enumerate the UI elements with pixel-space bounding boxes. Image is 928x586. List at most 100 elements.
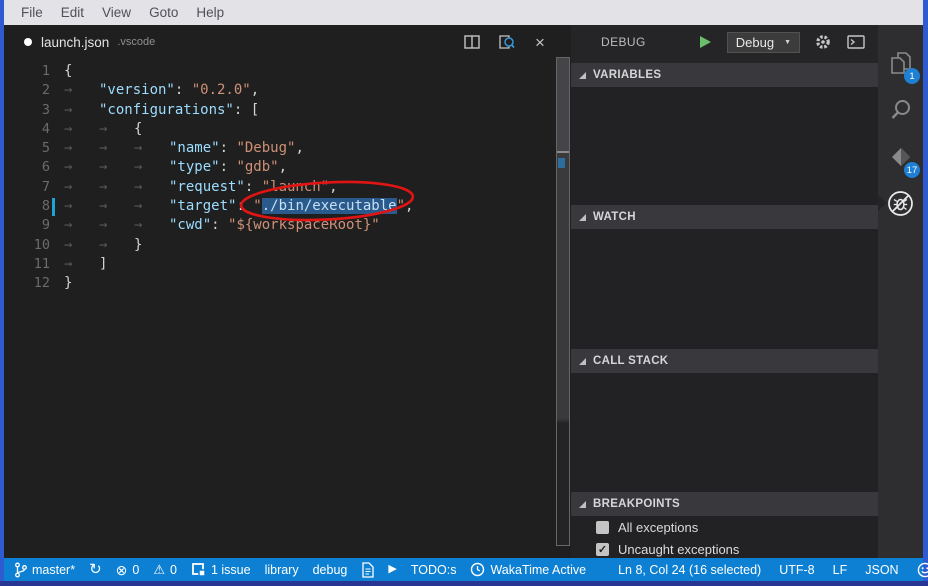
badge: 17 <box>904 162 920 178</box>
line-number[interactable]: 11 <box>4 255 50 274</box>
code-line[interactable]: 12} <box>4 274 555 293</box>
code-token: "configurations" <box>99 102 234 118</box>
section-body-watch <box>571 229 878 349</box>
debug-panel-title: DEBUG <box>601 35 646 49</box>
debug-sidebar: DEBUG Debug ▼ VARIABLES WATCH CALL STACK BR… <box>571 25 878 558</box>
close-icon[interactable]: × <box>531 33 549 51</box>
status-utf-8[interactable]: UTF-8 <box>779 563 814 577</box>
line-number[interactable]: 6 <box>4 158 50 177</box>
line-number[interactable]: 5 <box>4 139 50 158</box>
code-line[interactable]: 1{ <box>4 62 555 81</box>
search-icon <box>889 98 913 122</box>
debug-config-label: Debug <box>736 35 774 50</box>
code-line[interactable]: 4→→{ <box>4 120 555 139</box>
status-smiley[interactable] <box>917 562 928 578</box>
code-token: : <box>245 179 262 195</box>
section-header-variables[interactable]: VARIABLES <box>571 63 878 87</box>
debug-config-dropdown[interactable]: Debug ▼ <box>727 32 800 53</box>
start-debug-icon[interactable] <box>700 36 711 48</box>
code-line-content: →→→"request": "launch", <box>50 178 338 197</box>
code-token: "gdb" <box>236 159 278 175</box>
code-line[interactable]: 10→→} <box>4 236 555 255</box>
split-editor-icon[interactable] <box>463 33 481 51</box>
file-tab[interactable]: launch.json <box>41 35 109 50</box>
status-1-issue[interactable]: 1 issue <box>191 562 251 577</box>
section-header-watch[interactable]: WATCH <box>571 205 878 229</box>
code-line[interactable]: 9→→→"cwd": "${workspaceRoot}" <box>4 216 555 235</box>
chevron-down-icon: ▼ <box>784 39 791 46</box>
status-todo-s[interactable]: TODO:s <box>411 563 457 577</box>
activity-item-git[interactable]: 17 <box>878 133 923 180</box>
line-number[interactable]: 7 <box>4 178 50 197</box>
section-header-breakpoints[interactable]: BREAKPOINTS <box>571 492 878 516</box>
line-number[interactable]: 9 <box>4 216 50 235</box>
scrollbar-thumb[interactable] <box>557 58 569 153</box>
status-json[interactable]: JSON <box>865 563 898 577</box>
window-border-bottom <box>0 581 928 586</box>
status-label: Ln 8, Col 24 (16 selected) <box>618 563 761 577</box>
status-play[interactable]: ▶ <box>388 564 396 575</box>
breakpoint-label: Uncaught exceptions <box>618 542 739 557</box>
line-number[interactable]: 1 <box>4 62 50 81</box>
menu-item-file[interactable]: File <box>12 0 52 25</box>
checkbox-checked-icon[interactable]: ✓ <box>596 543 609 556</box>
status-wakatime-active[interactable]: WakaTime Active <box>470 562 586 577</box>
code-token: , <box>279 159 287 175</box>
status-doc[interactable] <box>361 562 374 578</box>
text-cursor <box>52 198 55 216</box>
sync-icon: ↻ <box>89 562 102 577</box>
code-line[interactable]: 7→→→"request": "launch", <box>4 178 555 197</box>
debug-console-icon[interactable] <box>846 32 866 52</box>
smiley-icon <box>917 562 928 578</box>
line-number[interactable]: 3 <box>4 101 50 120</box>
badge: 1 <box>904 68 920 84</box>
tab-whitespace-icon: → <box>64 236 99 255</box>
menu-item-help[interactable]: Help <box>187 0 233 25</box>
status-debug[interactable]: debug <box>313 563 348 577</box>
code-line-content: →→} <box>50 236 142 255</box>
code-line[interactable]: 8→→→"target": "./bin/executable", <box>4 197 555 216</box>
line-number[interactable]: 12 <box>4 274 50 293</box>
line-number[interactable]: 8 <box>4 197 50 216</box>
tab-whitespace-icon: → <box>99 158 134 177</box>
status-0[interactable]: ⊗0 <box>116 563 140 577</box>
code-line[interactable]: 5→→→"name": "Debug", <box>4 139 555 158</box>
tab-whitespace-icon: → <box>99 139 134 158</box>
line-number[interactable]: 10 <box>4 236 50 255</box>
tab-whitespace-icon: → <box>64 120 99 139</box>
tab-whitespace-icon: → <box>134 139 169 158</box>
status-master[interactable]: master* <box>14 562 75 578</box>
tab-whitespace-icon: → <box>64 81 99 100</box>
code-editor[interactable]: 1{2→"version": "0.2.0",3→"configurations… <box>4 62 555 558</box>
breakpoint-row[interactable]: ✓ Uncaught exceptions <box>571 538 878 558</box>
code-line-content: →→→"name": "Debug", <box>50 139 304 158</box>
play-icon: ▶ <box>388 564 396 575</box>
code-line[interactable]: 6→→→"type": "gdb", <box>4 158 555 177</box>
status-lf[interactable]: LF <box>833 563 848 577</box>
activity-item-search[interactable] <box>878 86 923 133</box>
code-line[interactable]: 2→"version": "0.2.0", <box>4 81 555 100</box>
status-library[interactable]: library <box>265 563 299 577</box>
status-label: 0 <box>132 563 139 577</box>
editor-scrollbar[interactable] <box>556 57 570 546</box>
code-line[interactable]: 3→"configurations": [ <box>4 101 555 120</box>
code-line-content: →"version": "0.2.0", <box>50 81 259 100</box>
line-number[interactable]: 4 <box>4 120 50 139</box>
status-ln-8-col-24-16-selected[interactable]: Ln 8, Col 24 (16 selected) <box>618 563 761 577</box>
status-0[interactable]: ⚠0 <box>153 563 177 577</box>
code-token: "cwd" <box>169 217 211 233</box>
activity-item-explorer[interactable]: 1 <box>878 39 923 86</box>
menu-item-edit[interactable]: Edit <box>52 0 93 25</box>
menu-item-view[interactable]: View <box>93 0 140 25</box>
open-preview-icon[interactable] <box>497 33 515 51</box>
checkbox-unchecked-icon[interactable] <box>596 521 609 534</box>
gear-icon[interactable] <box>813 32 833 52</box>
breakpoint-row[interactable]: All exceptions <box>571 516 878 538</box>
status-sync[interactable]: ↻ <box>89 562 102 577</box>
code-line[interactable]: 11→] <box>4 255 555 274</box>
tab-whitespace-icon: → <box>99 197 134 216</box>
menu-item-goto[interactable]: Goto <box>140 0 187 25</box>
line-number[interactable]: 2 <box>4 81 50 100</box>
status-bar: master* ↻ ⊗0 ⚠0 1 issue library debug ▶ TODO:s Wa… <box>4 558 923 581</box>
section-header-call-stack[interactable]: CALL STACK <box>571 349 878 373</box>
